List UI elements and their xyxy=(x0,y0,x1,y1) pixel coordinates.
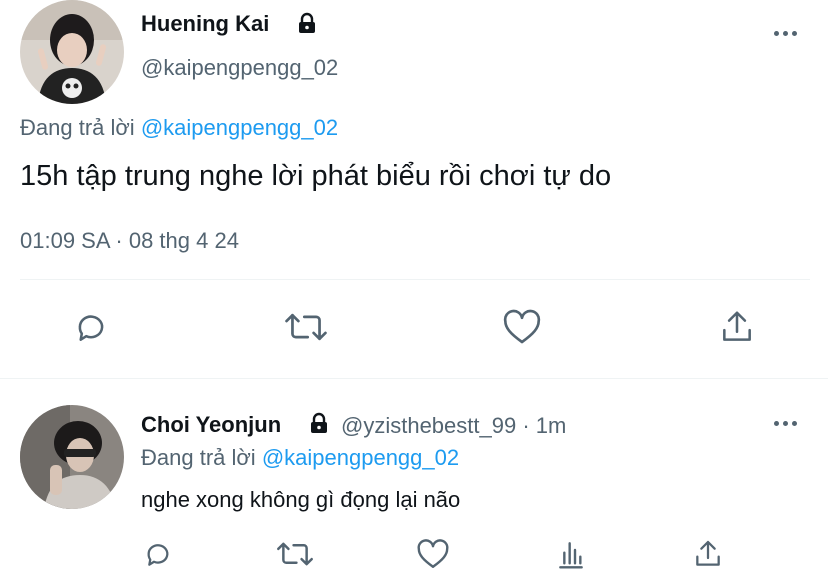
avatar-choi-yeonjun[interactable] xyxy=(20,405,124,509)
more-icon[interactable] xyxy=(774,421,797,426)
reply-to-handle[interactable]: @kaipengpengg_02 xyxy=(141,115,338,140)
reply-time[interactable]: · 1m xyxy=(516,413,566,438)
retweet-icon[interactable] xyxy=(284,308,328,346)
heart-icon[interactable] xyxy=(502,308,542,346)
author-handle[interactable]: @kaipengpengg_02 xyxy=(141,55,338,81)
share-icon[interactable] xyxy=(692,538,724,570)
reply-prefix: Đang trả lời xyxy=(141,445,256,470)
analytics-icon[interactable] xyxy=(556,538,586,570)
reply-to-handle[interactable]: @kaipengpengg_02 xyxy=(262,445,459,470)
tweet-timestamp[interactable]: 01:09 SA · 08 thg 4 24 xyxy=(20,228,239,254)
avatar-huening-kai[interactable] xyxy=(20,0,124,104)
comment-icon[interactable] xyxy=(72,308,110,346)
retweet-icon[interactable] xyxy=(276,538,314,570)
reply-prefix: Đang trả lời xyxy=(20,115,135,140)
more-icon[interactable] xyxy=(774,31,797,36)
lock-icon xyxy=(296,12,318,34)
reply-handle[interactable]: @yzisthebestt_99 xyxy=(341,413,516,438)
reply-text: nghe xong không gì đọng lại não xyxy=(141,487,461,512)
heart-icon[interactable] xyxy=(416,538,450,570)
divider xyxy=(20,279,810,280)
tweet-text: 15h tập trung nghe lời phát biểu rồi chơ… xyxy=(20,160,612,192)
reply-meta: @yzisthebestt_99 · 1m xyxy=(341,413,566,439)
lock-icon xyxy=(308,412,330,434)
replying-to: Đang trả lời @kaipengpengg_02 xyxy=(20,115,338,141)
comment-icon[interactable] xyxy=(142,538,174,570)
reply-replying-to: Đang trả lời @kaipengpengg_02 xyxy=(141,445,459,471)
reply-author-name[interactable]: Choi Yeonjun xyxy=(141,412,281,438)
divider xyxy=(0,378,828,379)
share-icon[interactable] xyxy=(718,308,756,346)
author-name[interactable]: Huening Kai xyxy=(141,11,269,37)
